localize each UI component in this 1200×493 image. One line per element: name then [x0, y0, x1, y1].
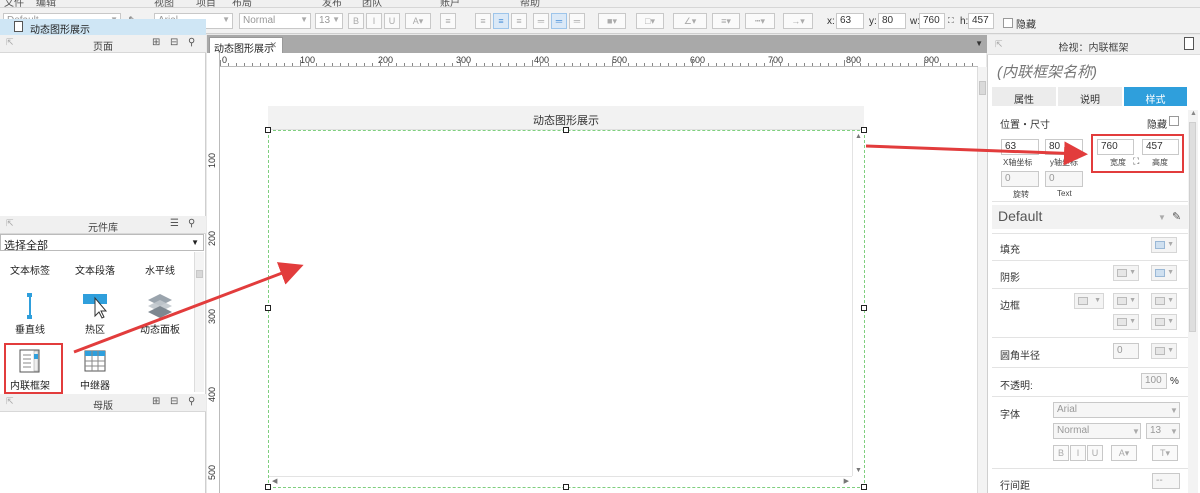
annotation-arrows — [73, 141, 1088, 354]
arrow-to-canvas — [73, 262, 304, 354]
arrow-to-size — [865, 141, 1088, 166]
